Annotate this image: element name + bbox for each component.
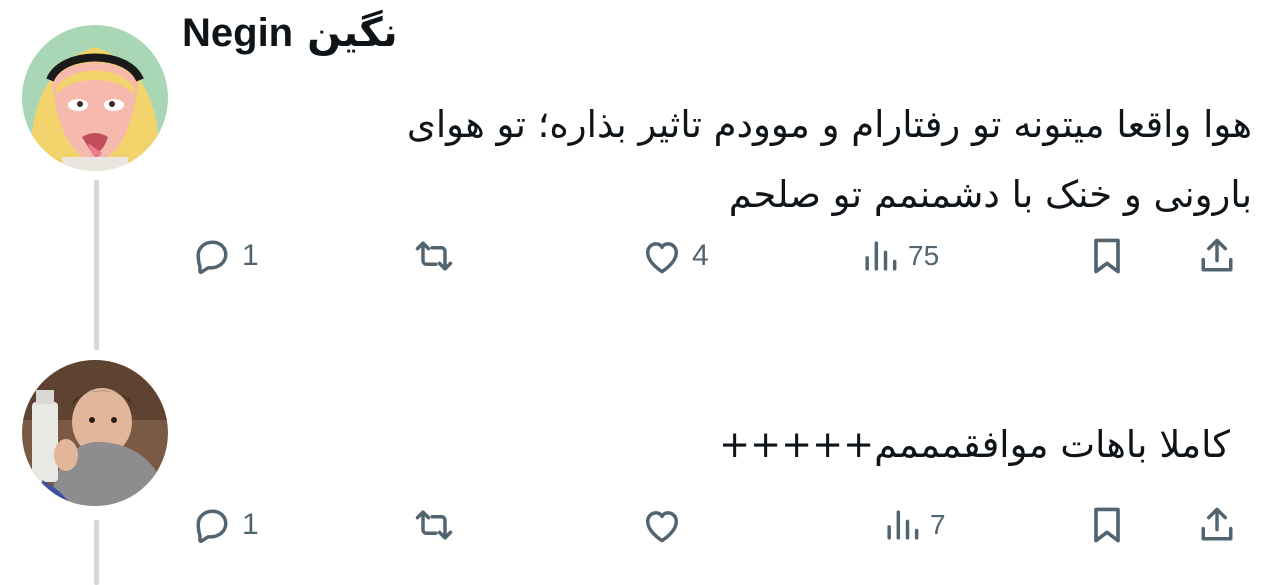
retweet-button[interactable]	[412, 495, 456, 555]
view-count: 7	[930, 509, 946, 540]
tweet-text: کاملا باهات موافقمممم+++++	[719, 410, 1230, 480]
tweet-action-bar: 1 7	[0, 495, 1280, 555]
views-icon	[865, 241, 897, 271]
like-button[interactable]	[640, 495, 692, 555]
avatar[interactable]	[22, 360, 168, 506]
reply-button[interactable]: 1	[190, 226, 259, 286]
share-icon	[1201, 238, 1233, 272]
reply-icon	[196, 509, 228, 543]
tweet-text-line: هوا واقعا میتونه تو رفتارام و موودم تاثی…	[406, 103, 1252, 146]
tweet-action-bar: 1 4 75	[0, 226, 1280, 286]
tweet-text-line: بارونی و خنک با دشمنمم تو صلحم	[728, 173, 1252, 216]
avatar-image	[22, 360, 168, 506]
retweet-icon	[415, 241, 453, 271]
bookmark-button[interactable]	[1085, 226, 1129, 286]
tweet-text: هوا واقعا میتونه تو رفتارام و موودم تاثی…	[407, 90, 1252, 230]
bookmark-icon	[1094, 238, 1120, 274]
share-icon	[1201, 507, 1233, 541]
reply-count: 1	[242, 239, 259, 272]
author-display-name[interactable]: Negin	[182, 11, 293, 55]
reply-button[interactable]: 1	[190, 495, 259, 555]
retweet-icon	[415, 510, 453, 540]
author-display-name-persian[interactable]: نگین	[307, 10, 398, 56]
author-header[interactable]: Negin نگین	[182, 10, 398, 56]
heart-icon	[645, 511, 679, 543]
views-icon	[887, 510, 919, 540]
like-button[interactable]: 4	[640, 226, 709, 286]
like-count: 4	[692, 239, 709, 272]
share-button[interactable]	[1195, 495, 1239, 555]
heart-icon	[645, 242, 679, 274]
views-button[interactable]: 7	[880, 495, 946, 555]
thread-view: Negin نگین هوا واقعا میتونه تو رفتارام و…	[0, 0, 1280, 585]
reply-icon	[196, 240, 228, 274]
share-button[interactable]	[1195, 226, 1239, 286]
bookmark-button[interactable]	[1085, 495, 1129, 555]
tweet-text-line: کاملا باهات موافقمممم+++++	[719, 423, 1230, 466]
avatar[interactable]	[22, 25, 168, 171]
views-button[interactable]: 75	[858, 226, 939, 286]
retweet-button[interactable]	[412, 226, 456, 286]
avatar-image	[22, 25, 168, 171]
view-count: 75	[908, 240, 940, 271]
reply-count: 1	[242, 508, 259, 541]
bookmark-icon	[1094, 507, 1120, 543]
